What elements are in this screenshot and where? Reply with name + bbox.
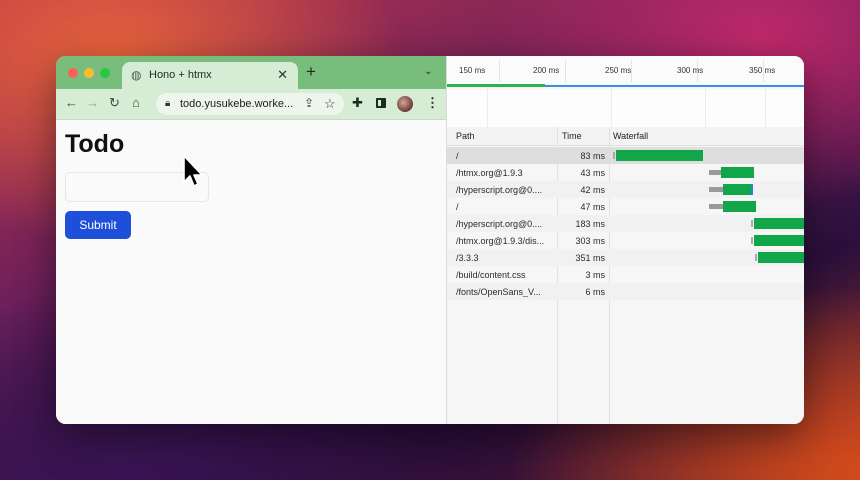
forward-icon[interactable]: → <box>86 95 99 111</box>
timeline-ruler: 150 ms 200 ms 250 ms 300 ms 350 ms <box>447 56 804 84</box>
ruler-gridline <box>565 60 566 82</box>
request-path: /fonts/OpenSans_V... <box>456 287 541 297</box>
page-content: Todo Submit <box>56 120 446 424</box>
overview-gridline <box>611 89 612 127</box>
zoom-window-button[interactable] <box>100 68 110 78</box>
request-path: /hyperscript.org@0.... <box>456 185 543 195</box>
sidebar-icon[interactable] <box>376 98 386 108</box>
waterfall-download-bar <box>754 218 804 229</box>
ruler-tick-label: 150 ms <box>459 66 486 75</box>
plus-icon[interactable]: + <box>306 63 316 80</box>
request-time: 351 ms <box>575 253 605 263</box>
overview-bar-load <box>545 85 804 87</box>
back-icon[interactable]: ← <box>65 95 78 111</box>
ruler-tick-label: 350 ms <box>749 66 776 75</box>
request-path: / <box>456 202 459 212</box>
table-row[interactable]: /hyperscript.org@0.... 42 ms <box>447 181 804 198</box>
waterfall-queue-bar <box>751 237 753 244</box>
waterfall-queue-bar <box>613 152 615 159</box>
waterfall-marker-bar <box>751 184 753 195</box>
request-time: 3 ms <box>585 270 605 280</box>
table-row[interactable]: /3.3.3 351 ms <box>447 249 804 266</box>
avatar[interactable] <box>397 96 413 112</box>
tab-title: Hono + htmx <box>149 69 212 81</box>
table-row[interactable]: /hyperscript.org@0.... 183 ms <box>447 215 804 232</box>
minimize-window-button[interactable] <box>84 68 94 78</box>
browser-tab[interactable]: ◍ Hono + htmx ✕ <box>122 62 298 89</box>
waterfall-download-bar <box>723 201 756 212</box>
address-bar[interactable]: 🔒︎ todo.yusukebe.worke... ⇪ ☆ <box>156 93 344 115</box>
request-time: 47 ms <box>580 202 605 212</box>
devtools-network-panel: 150 ms 200 ms 250 ms 300 ms 350 ms Path … <box>446 56 804 424</box>
waterfall-wait-bar <box>709 187 723 192</box>
request-time: 43 ms <box>580 168 605 178</box>
ruler-tick-label: 250 ms <box>605 66 632 75</box>
request-time: 83 ms <box>580 151 605 161</box>
waterfall-download-bar <box>758 252 804 263</box>
request-time: 6 ms <box>585 287 605 297</box>
waterfall-queue-bar <box>751 220 753 227</box>
table-row[interactable]: /build/content.css 3 ms <box>447 266 804 283</box>
waterfall-download-bar <box>723 184 751 195</box>
puzzle-icon[interactable]: ✚ <box>352 96 363 110</box>
ruler-tick-label: 300 ms <box>677 66 704 75</box>
waterfall-download-bar <box>616 150 703 161</box>
table-row[interactable]: /htmx.org@1.9.3 43 ms <box>447 164 804 181</box>
timeline-overview[interactable] <box>447 89 804 128</box>
lock-icon[interactable]: 🔒︎ <box>165 98 170 109</box>
overview-gridline <box>705 89 706 127</box>
request-path: /build/content.css <box>456 270 526 280</box>
app-window: ◍ Hono + htmx ✕ + ⌄ ← → ↻ ⌂ 🔒︎ todo.yusu… <box>56 56 804 424</box>
browser-toolbar: ← → ↻ ⌂ 🔒︎ todo.yusukebe.worke... ⇪ ☆ ✚ … <box>56 89 446 120</box>
column-header-waterfall[interactable]: Waterfall <box>613 131 648 141</box>
request-path: /3.3.3 <box>456 253 479 263</box>
request-path: /htmx.org@1.9.3/dis... <box>456 236 545 246</box>
request-time: 183 ms <box>575 219 605 229</box>
mouse-cursor-icon <box>183 155 203 187</box>
table-row[interactable]: / 83 ms <box>447 147 804 164</box>
page-title: Todo <box>65 130 125 158</box>
ruler-gridline <box>499 60 500 82</box>
star-icon[interactable]: ☆ <box>324 96 336 112</box>
waterfall-queue-bar <box>755 254 757 261</box>
submit-button[interactable]: Submit <box>65 211 131 239</box>
close-window-button[interactable] <box>68 68 78 78</box>
browser-window: ◍ Hono + htmx ✕ + ⌄ ← → ↻ ⌂ 🔒︎ todo.yusu… <box>56 56 446 424</box>
overview-gridline <box>765 89 766 127</box>
request-path: / <box>456 151 459 161</box>
home-icon[interactable]: ⌂ <box>132 95 140 111</box>
kebab-icon[interactable]: ⋮ <box>426 95 439 111</box>
overview-gridline <box>487 89 488 127</box>
waterfall-download-bar <box>721 167 754 178</box>
waterfall-wait-bar <box>709 204 723 209</box>
overview-bar-download <box>447 84 545 87</box>
waterfall-download-bar <box>754 235 804 246</box>
table-row[interactable]: / 47 ms <box>447 198 804 215</box>
ruler-tick-label: 200 ms <box>533 66 560 75</box>
column-header-time[interactable]: Time <box>562 131 582 141</box>
share-icon[interactable]: ⇪ <box>304 96 314 110</box>
column-header-path[interactable]: Path <box>456 131 475 141</box>
request-path: /htmx.org@1.9.3 <box>456 168 523 178</box>
table-row[interactable]: /htmx.org@1.9.3/dis... 303 ms <box>447 232 804 249</box>
request-time: 42 ms <box>580 185 605 195</box>
tab-bar: ◍ Hono + htmx ✕ + ⌄ <box>56 56 446 89</box>
url-text: todo.yusukebe.worke... <box>180 98 294 110</box>
network-table-header: Path Time Waterfall <box>447 127 804 146</box>
waterfall-wait-bar <box>709 170 721 175</box>
table-row[interactable]: /fonts/OpenSans_V... 6 ms <box>447 283 804 300</box>
reload-icon[interactable]: ↻ <box>109 95 120 111</box>
close-icon[interactable]: ✕ <box>277 67 288 83</box>
request-path: /hyperscript.org@0.... <box>456 219 543 229</box>
chevron-down-icon[interactable]: ⌄ <box>424 66 432 77</box>
request-time: 303 ms <box>575 236 605 246</box>
globe-icon: ◍ <box>131 68 142 82</box>
